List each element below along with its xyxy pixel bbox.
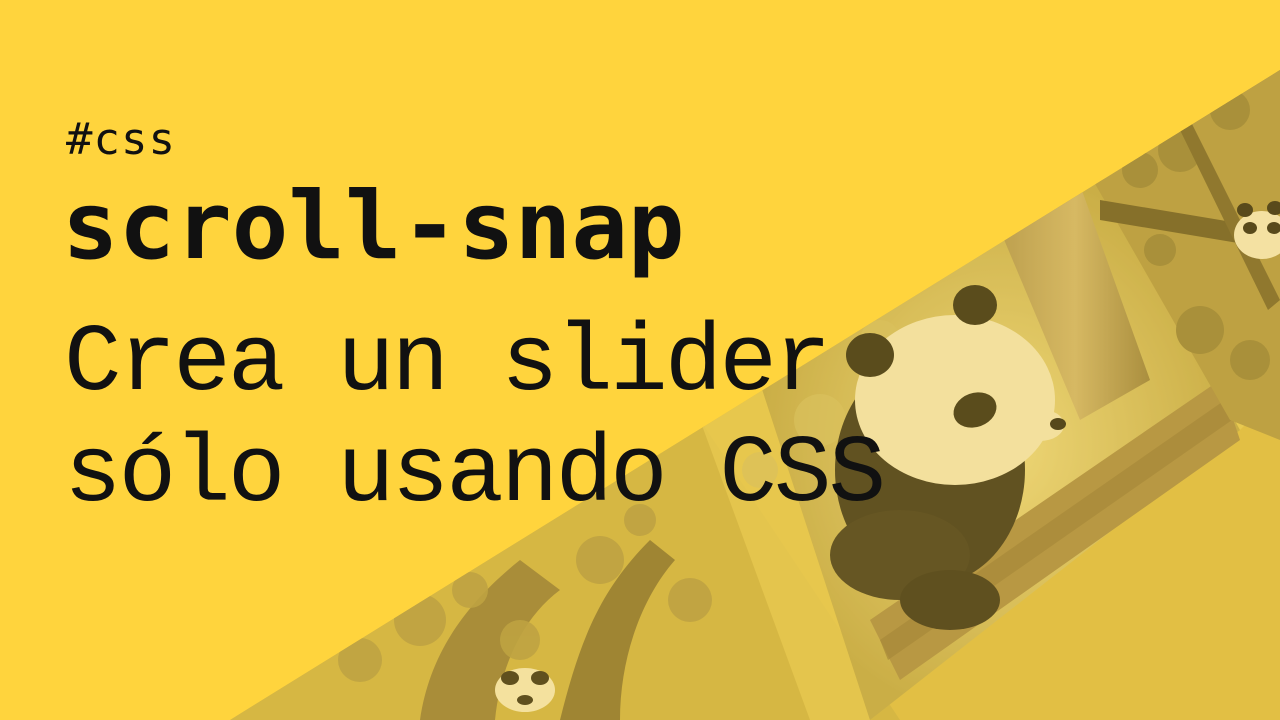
hashtag-label: #css	[66, 114, 176, 165]
headline-block: #css scroll-snap Crea un slider sólo usa…	[62, 114, 886, 531]
subtitle: Crea un slider sólo usando CSS	[64, 308, 886, 531]
subtitle-line-1: Crea un slider	[64, 309, 832, 418]
thumbnail-canvas: #css scroll-snap Crea un slider sólo usa…	[0, 0, 1280, 720]
subtitle-line-2: sólo usando CSS	[64, 420, 886, 530]
page-title: scroll-snap	[62, 172, 685, 281]
